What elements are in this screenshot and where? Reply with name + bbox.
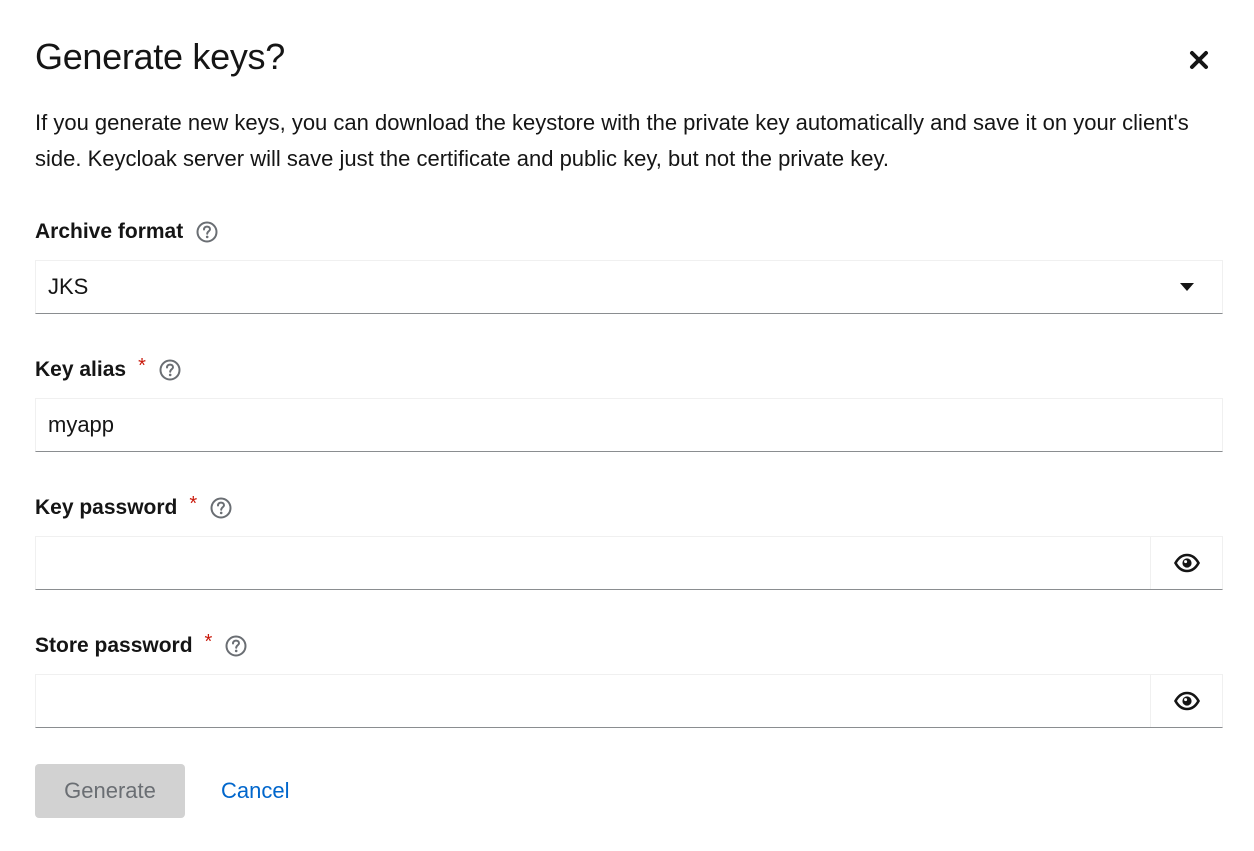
archive-format-label: Archive format bbox=[35, 217, 219, 247]
key-password-input[interactable] bbox=[36, 537, 1150, 589]
archive-format-select[interactable]: JKS bbox=[35, 260, 1223, 314]
help-icon[interactable] bbox=[224, 634, 248, 658]
store-password-field bbox=[35, 674, 1223, 728]
show-store-password-button[interactable] bbox=[1150, 675, 1222, 727]
required-marker: * bbox=[204, 630, 213, 653]
generate-keys-modal: Generate keys? If you generate new keys,… bbox=[0, 0, 1254, 851]
key-password-label: Key password * bbox=[35, 493, 233, 523]
modal-title: Generate keys? bbox=[35, 36, 285, 77]
question-circle-icon bbox=[196, 221, 218, 243]
required-marker: * bbox=[138, 354, 146, 377]
key-alias-label: Key alias * bbox=[35, 355, 182, 385]
caret-down-icon bbox=[1180, 283, 1194, 291]
store-password-input[interactable] bbox=[36, 675, 1150, 727]
cancel-button[interactable]: Cancel bbox=[205, 764, 305, 818]
archive-format-label-text: Archive format bbox=[35, 220, 184, 243]
eye-icon bbox=[1173, 553, 1200, 573]
question-circle-icon bbox=[225, 635, 247, 657]
eye-icon bbox=[1173, 691, 1200, 711]
archive-format-value: JKS bbox=[48, 274, 89, 299]
modal-description: If you generate new keys, you can downlo… bbox=[35, 110, 1189, 171]
key-alias-field bbox=[35, 398, 1223, 452]
key-password-field bbox=[35, 536, 1223, 590]
help-icon[interactable] bbox=[209, 496, 233, 520]
store-password-label: Store password * bbox=[35, 631, 248, 661]
key-alias-label-text: Key alias bbox=[35, 358, 127, 381]
key-alias-input[interactable] bbox=[36, 399, 1222, 451]
question-circle-icon bbox=[210, 497, 232, 519]
question-circle-icon bbox=[159, 359, 181, 381]
help-icon[interactable] bbox=[195, 220, 219, 244]
close-icon bbox=[1190, 51, 1208, 69]
required-marker: * bbox=[189, 492, 198, 515]
key-password-label-text: Key password bbox=[35, 496, 178, 519]
help-icon[interactable] bbox=[158, 358, 182, 382]
close-button[interactable] bbox=[1184, 45, 1214, 75]
show-key-password-button[interactable] bbox=[1150, 537, 1222, 589]
generate-button[interactable]: Generate bbox=[35, 764, 185, 818]
store-password-label-text: Store password bbox=[35, 634, 193, 657]
